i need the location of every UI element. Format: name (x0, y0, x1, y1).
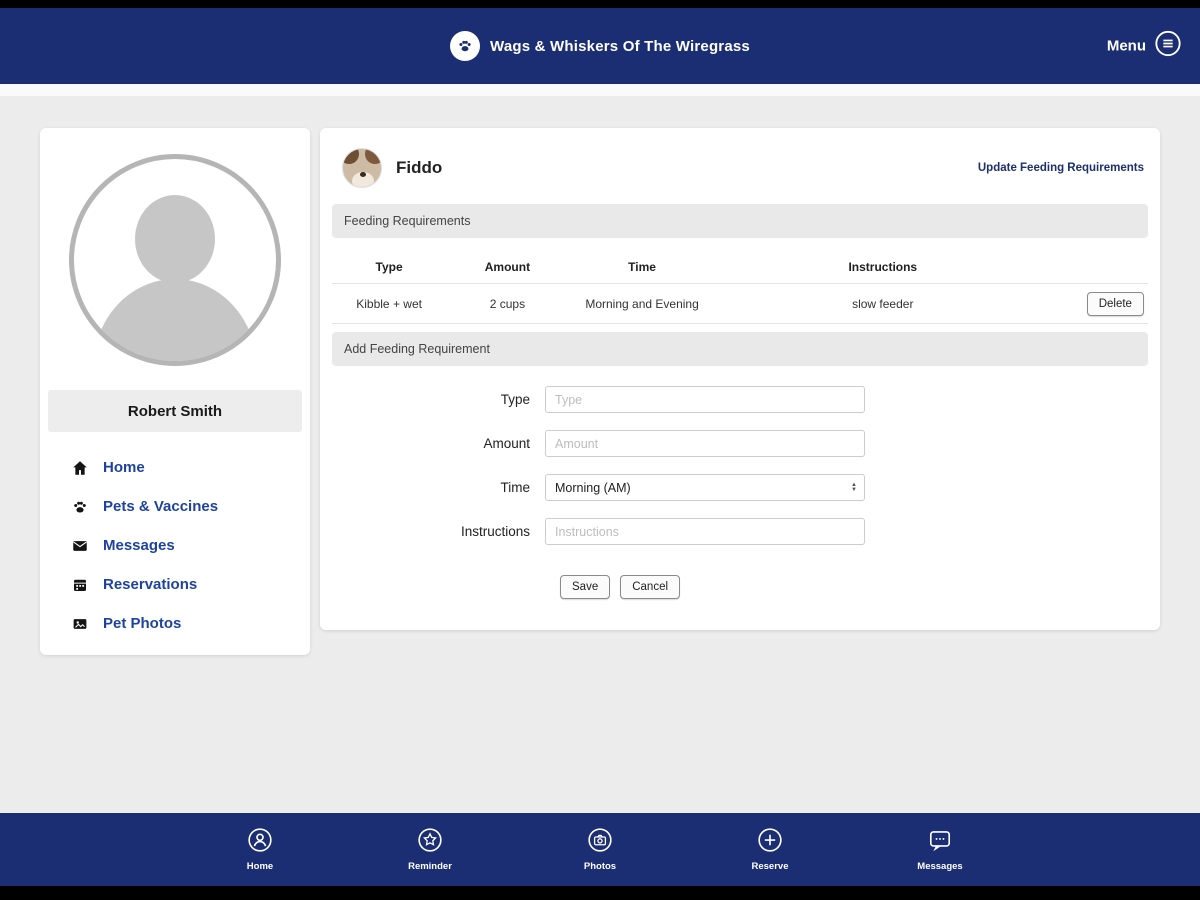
app-header: Wags & Whiskers Of The Wiregrass Menu (0, 8, 1200, 84)
bottomnav-photos[interactable]: Photos (568, 827, 632, 872)
type-label: Type (500, 392, 530, 407)
pet-name: Fiddo (396, 158, 443, 177)
sidebar-item-home[interactable]: Home (40, 448, 310, 487)
instructions-input[interactable] (545, 518, 865, 545)
type-input[interactable] (545, 386, 865, 413)
update-feeding-link[interactable]: Update Feeding Requirements (978, 162, 1144, 174)
feeding-requirements-section-header: Feeding Requirements (332, 204, 1148, 238)
sidebar-item-label: Home (103, 459, 145, 476)
calendar-icon (70, 575, 89, 594)
sidebar-nav: Home Pets & Vaccines Messages Reservatio… (40, 448, 310, 643)
pet-detail-card: Fiddo Update Feeding Requirements Feedin… (320, 128, 1160, 630)
hamburger-icon (1154, 30, 1182, 63)
add-feeding-section-header: Add Feeding Requirement (332, 332, 1148, 366)
delete-button[interactable]: Delete (1086, 291, 1144, 316)
menu-button[interactable]: Menu (1107, 30, 1182, 63)
bottomnav-label: Reserve (751, 861, 789, 872)
menu-label: Menu (1106, 37, 1146, 55)
paw-logo-icon (450, 31, 481, 61)
sidebar-item-pets-vaccines[interactable]: Pets & Vaccines (40, 487, 310, 526)
cancel-button[interactable]: Cancel (620, 575, 681, 599)
device-bezel-bottom (0, 886, 1200, 900)
feeding-table: Type Amount Time Instructions Kibble + w… (332, 250, 1148, 324)
home-icon (70, 458, 89, 477)
sidebar-item-reservations[interactable]: Reservations (40, 565, 310, 604)
time-select[interactable]: Morning (AM) ▲ ▼ (545, 474, 865, 501)
amount-label: Amount (483, 436, 530, 451)
cell-type: Kibble + wet (356, 296, 422, 311)
brand: Wags & Whiskers Of The Wiregrass (450, 8, 750, 84)
table-row: Kibble + wet 2 cups Morning and Evening … (332, 284, 1148, 324)
camera-icon (587, 827, 613, 858)
sidebar-item-label: Reservations (103, 576, 198, 593)
sidebar-item-label: Pets & Vaccines (103, 498, 219, 515)
envelope-icon (70, 536, 89, 555)
col-header-amount: Amount (484, 259, 531, 274)
bottomnav-label: Messages (917, 861, 963, 872)
bottomnav-label: Photos (583, 861, 617, 872)
person-icon (247, 827, 273, 858)
bottomnav-reserve[interactable]: Reserve (738, 827, 802, 872)
time-label: Time (500, 480, 531, 495)
paw-icon (70, 497, 89, 516)
add-feeding-form: Type Amount Time Morning (AM) ▲▼ Instruc… (332, 386, 1148, 599)
pet-header: Fiddo Update Feeding Requirements (332, 128, 1148, 204)
avatar-silhouette-body (93, 279, 257, 361)
instructions-label: Instructions (460, 524, 530, 539)
bottomnav-messages[interactable]: Messages (908, 827, 972, 872)
select-arrows-icon: ▲ ▼ (851, 481, 857, 493)
bottomnav-home[interactable]: Home (228, 827, 292, 872)
avatar-silhouette-head (135, 195, 215, 283)
cell-instructions: slow feeder (852, 296, 914, 311)
sidebar-item-pet-photos[interactable]: Pet Photos (40, 604, 310, 643)
sidebar-item-label: Pet Photos (103, 615, 182, 632)
pet-avatar (342, 148, 382, 188)
feeding-table-header-row: Type Amount Time Instructions (332, 250, 1148, 284)
sidebar-item-messages[interactable]: Messages (40, 526, 310, 565)
user-name: Robert Smith (48, 390, 302, 432)
amount-input[interactable] (545, 430, 865, 457)
user-avatar (69, 154, 281, 366)
device-bezel-top (0, 0, 1200, 8)
cell-time: Morning and Evening (585, 296, 699, 311)
col-header-time: Time (628, 259, 656, 274)
photo-icon (70, 614, 89, 633)
time-select-value: Morning (AM) (555, 480, 631, 495)
bottomnav-label: Home (246, 861, 274, 872)
bottomnav-label: Reminder (408, 861, 452, 872)
bottom-nav: Home Reminder Photos Reserve Messages (0, 813, 1200, 886)
save-button[interactable]: Save (560, 575, 611, 599)
chat-icon (927, 827, 953, 858)
plus-icon (757, 827, 783, 858)
col-header-instructions: Instructions (848, 259, 918, 274)
app-screen: Wags & Whiskers Of The Wiregrass Menu Ro… (0, 0, 1200, 900)
header-sub-strip (0, 84, 1200, 96)
sidebar-item-label: Messages (103, 537, 175, 554)
cell-amount: 2 cups (489, 296, 526, 311)
star-icon (417, 827, 443, 858)
profile-sidebar: Robert Smith Home Pets & Vaccines Messag… (40, 128, 310, 655)
bottomnav-reminder[interactable]: Reminder (398, 827, 462, 872)
col-header-type: Type (375, 259, 403, 274)
app-title: Wags & Whiskers Of The Wiregrass (490, 37, 750, 55)
